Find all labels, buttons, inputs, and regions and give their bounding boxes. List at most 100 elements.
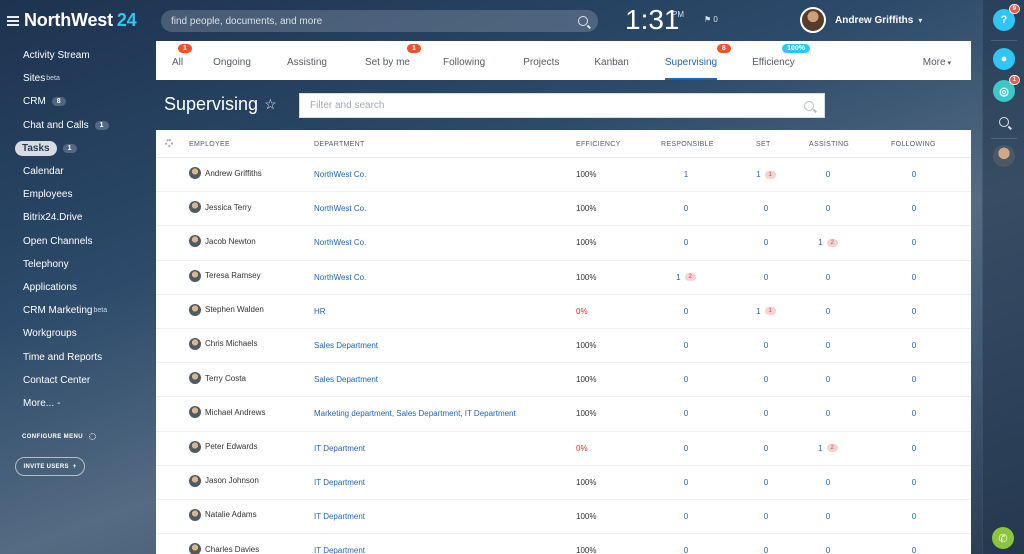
avatar[interactable] [189, 201, 201, 214]
employee-cell[interactable]: Jason Johnson [189, 474, 259, 487]
search-icon[interactable] [578, 16, 588, 26]
avatar[interactable] [189, 372, 201, 385]
set-value[interactable]: 0 [764, 546, 768, 554]
responsible-value[interactable]: 1 [676, 273, 680, 282]
assisting-count[interactable]: 0 [808, 170, 848, 179]
chat-button[interactable]: ◎ 1 [993, 75, 1020, 102]
employee-cell[interactable]: Jessica Terry [189, 201, 252, 214]
employee-name[interactable]: Andrew Griffiths [205, 169, 262, 178]
following-value[interactable]: 0 [912, 444, 916, 453]
set-count[interactable]: 0 [746, 444, 786, 453]
set-value[interactable]: 0 [764, 238, 768, 247]
assisting-count[interactable]: 0 [808, 512, 848, 521]
invite-users-button[interactable]: INVITE USERS + [15, 457, 85, 476]
sidebar-item-employees[interactable]: Employees [0, 183, 155, 206]
set-value[interactable]: 0 [764, 204, 768, 213]
chevron-down-icon[interactable]: ▾ [918, 16, 922, 25]
assisting-count[interactable]: 0 [808, 546, 848, 554]
assisting-count[interactable]: 0 [808, 375, 848, 384]
employee-name[interactable]: Jacob Newton [205, 237, 256, 246]
sidebar-item-tasks[interactable]: Tasks 1 [0, 137, 155, 160]
avatar[interactable] [189, 167, 201, 179]
avatar[interactable] [189, 235, 201, 248]
set-value[interactable]: 0 [764, 444, 768, 453]
avatar[interactable] [189, 543, 201, 554]
set-count[interactable]: 0 [746, 409, 786, 418]
sidebar-item-contact-center[interactable]: Contact Center [0, 369, 155, 392]
global-search-input[interactable] [171, 15, 578, 27]
sidebar-item-sites[interactable]: Sites beta [0, 67, 155, 90]
logo[interactable]: NorthWest 24 [7, 10, 137, 31]
contact-avatar[interactable] [993, 145, 1015, 167]
employee-cell[interactable]: Stephen Walden [189, 303, 264, 316]
table-row[interactable]: Terry Costa Sales Department 100% 0 0 0 0 [156, 363, 971, 398]
responsible-count[interactable]: 0 [666, 512, 706, 521]
column-header-department[interactable]: DEPARTMENT [314, 141, 365, 148]
following-count[interactable]: 0 [894, 375, 934, 384]
avatar[interactable] [800, 7, 826, 33]
assisting-value[interactable]: 0 [826, 512, 830, 521]
menu-burger-icon[interactable] [7, 15, 19, 26]
department-link[interactable]: IT Department [314, 444, 365, 453]
following-value[interactable]: 0 [912, 546, 916, 554]
responsible-count[interactable]: 1 [666, 170, 706, 179]
employee-cell[interactable]: Teresa Ramsey [189, 269, 261, 282]
set-value[interactable]: 0 [764, 409, 768, 418]
employee-cell[interactable]: Michael Andrews [189, 406, 265, 419]
responsible-value[interactable]: 0 [684, 444, 688, 453]
table-row[interactable]: Chris Michaels Sales Department 100% 0 0 0 0 [156, 329, 971, 364]
department-link[interactable]: Sales Department [314, 375, 378, 384]
column-header-responsible[interactable]: RESPONSIBLE [661, 141, 714, 148]
department-link[interactable]: IT Department [314, 512, 365, 521]
responsible-value[interactable]: 0 [684, 512, 688, 521]
employee-cell[interactable]: Terry Costa [189, 372, 246, 385]
sidebar-item-bitrix24-drive[interactable]: Bitrix24.Drive [0, 206, 155, 229]
set-count[interactable]: 0 [746, 341, 786, 350]
filter-search[interactable] [299, 93, 825, 118]
notifications-button[interactable]: ● [993, 48, 1015, 70]
following-value[interactable]: 0 [912, 307, 916, 316]
set-value[interactable]: 1 [756, 170, 760, 179]
responsible-value[interactable]: 0 [684, 307, 688, 316]
assisting-value[interactable]: 0 [826, 409, 830, 418]
following-count[interactable]: 0 [894, 512, 934, 521]
following-count[interactable]: 0 [894, 478, 934, 487]
following-count[interactable]: 0 [894, 307, 934, 316]
right-search-button[interactable] [993, 111, 1015, 133]
following-count[interactable]: 0 [894, 238, 934, 247]
department-link[interactable]: IT Department [314, 478, 365, 487]
employee-name[interactable]: Chris Michaels [205, 339, 257, 348]
tab-more[interactable]: More ▾ [923, 57, 951, 80]
responsible-count[interactable]: 12 [666, 273, 706, 282]
department-link[interactable]: NorthWest Co. [314, 204, 366, 213]
table-row[interactable]: Jessica Terry NorthWest Co. 100% 0 0 0 0 [156, 192, 971, 227]
department-link[interactable]: HR [314, 307, 326, 316]
clock[interactable]: 1:31 [625, 4, 680, 36]
column-header-following[interactable]: FOLLOWING [891, 141, 936, 148]
responsible-count[interactable]: 0 [666, 238, 706, 247]
set-count[interactable]: 0 [746, 238, 786, 247]
assisting-value[interactable]: 1 [818, 238, 822, 247]
employee-name[interactable]: Charles Davies [205, 545, 259, 554]
assisting-count[interactable]: 12 [808, 238, 848, 247]
assisting-value[interactable]: 0 [826, 273, 830, 282]
table-row[interactable]: Jacob Newton NorthWest Co. 100% 0 0 1 2 0 [156, 226, 971, 261]
help-button[interactable]: ? 9 [993, 4, 1020, 31]
set-count[interactable]: 0 [746, 204, 786, 213]
avatar[interactable] [189, 337, 201, 350]
employee-name[interactable]: Jessica Terry [205, 203, 252, 212]
gear-icon[interactable] [165, 139, 173, 147]
sidebar-item-crm[interactable]: CRM 8 [0, 90, 155, 113]
tab-kanban[interactable]: Kanban [594, 57, 628, 80]
following-value[interactable]: 0 [912, 170, 916, 179]
table-row[interactable]: Andrew Griffiths NorthWest Co. 100% 1 1 1 0 0 [156, 158, 971, 193]
sidebar-item-open-channels[interactable]: Open Channels [0, 230, 155, 253]
avatar[interactable] [189, 303, 201, 316]
user-name[interactable]: Andrew Griffiths [835, 15, 913, 26]
following-count[interactable]: 0 [894, 273, 934, 282]
assisting-count[interactable]: 0 [808, 204, 848, 213]
following-count[interactable]: 0 [894, 341, 934, 350]
following-value[interactable]: 0 [912, 238, 916, 247]
flag-counter[interactable]: ⚑ 0 [704, 15, 718, 24]
set-count[interactable]: 11 [746, 307, 786, 316]
